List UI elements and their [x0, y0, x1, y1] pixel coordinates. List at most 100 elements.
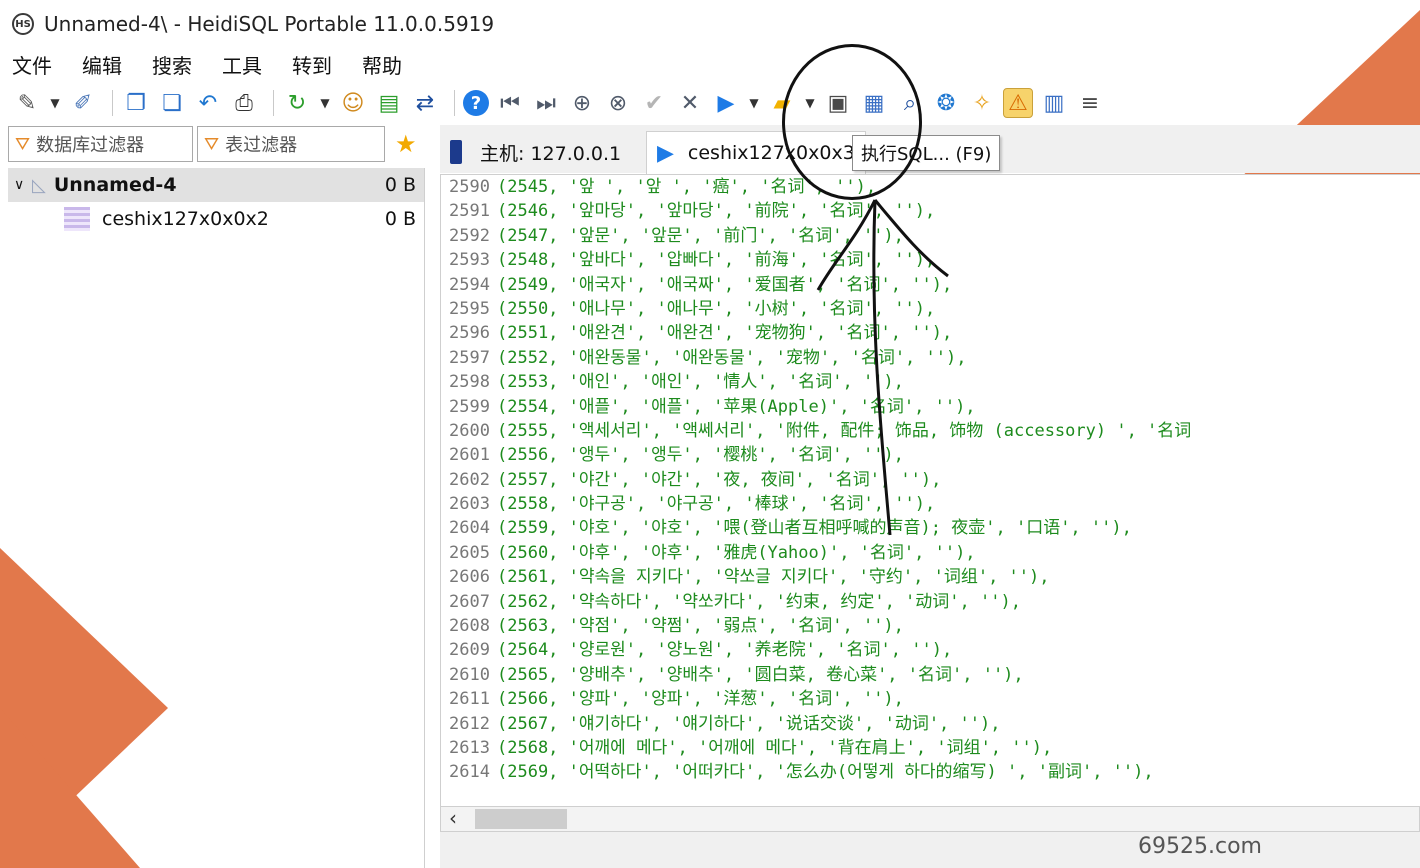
line-number: 2606: [449, 567, 490, 588]
print-icon[interactable]: ⎙: [229, 88, 259, 118]
last-icon[interactable]: ⏭: [531, 88, 561, 118]
menu-edit[interactable]: 编辑: [78, 50, 126, 79]
tree-item-database[interactable]: ceshix127x0x0x2 0 B: [8, 202, 424, 236]
favorites-star-icon[interactable]: ★: [395, 130, 417, 158]
code-text: (2562, '약속하다', '약쏘카다', '约束, 约定', '动词', '…: [497, 591, 1021, 612]
line-number: 2613: [449, 737, 490, 758]
menu-file[interactable]: 文件: [8, 50, 56, 79]
code-text: (2566, '양파', '양파', '洋葱', '名词', ''),: [497, 689, 904, 710]
line-number: 2591: [449, 201, 490, 222]
session-icon: ◺: [32, 174, 46, 196]
heidisql-app-icon: HS: [12, 13, 34, 35]
horizontal-scrollbar[interactable]: ‹: [440, 806, 1420, 832]
code-line: 2595 (2550, '애나무', '애나무', '小树', '名词', '')…: [441, 297, 1420, 321]
code-line: 2608 (2563, '약점', '약쩜', '弱点', '名词', ''),: [441, 614, 1420, 638]
undo-icon[interactable]: ↶: [193, 88, 223, 118]
cancel-icon[interactable]: ✕: [675, 88, 705, 118]
binary-icon[interactable]: ▥: [1039, 88, 1069, 118]
line-number: 2614: [449, 762, 490, 783]
code-line: 2600 (2555, '액세서리', '액쎄서리', '附件, 配件; 饰品, …: [441, 419, 1420, 443]
warning-icon[interactable]: ⚠: [1003, 88, 1033, 118]
code-line: 2591 (2546, '앞마당', '앞마당', '前院', '名词', '')…: [441, 199, 1420, 223]
code-line: 2599 (2554, '애플', '애플', '苹果(Apple)', '名词'…: [441, 395, 1420, 419]
code-line: 2601 (2556, '앵두', '앵두', '樱桃', '名词', ''),: [441, 443, 1420, 467]
copy-icon[interactable]: ❐: [121, 88, 151, 118]
tab-host[interactable]: 主机: 127.0.0.1: [450, 131, 621, 173]
menu-tools[interactable]: 工具: [218, 50, 266, 79]
code-text: (2569, '어떡하다', '어떠카다', '怎么办(어떻게 하다的缩写) '…: [497, 762, 1154, 783]
database-filter[interactable]: ⛛ 数据库过滤器: [8, 126, 193, 162]
line-number: 2603: [449, 494, 490, 515]
help-icon[interactable]: ?: [463, 90, 489, 116]
code-line: 2610 (2565, '양배추', '양배추', '圆白菜, 卷心菜', '名词…: [441, 663, 1420, 687]
apply-icon[interactable]: ✔: [639, 88, 669, 118]
table-filter[interactable]: ⛛ 表过滤器: [197, 126, 385, 162]
save-as-icon[interactable]: ▦: [859, 88, 889, 118]
database-filter-label: 数据库过滤器: [36, 135, 145, 156]
chevron-down-icon[interactable]: ∨: [14, 177, 32, 193]
menu-goto[interactable]: 转到: [288, 50, 336, 79]
scrollbar-thumb[interactable]: [475, 809, 567, 829]
line-number: 2590: [449, 177, 490, 197]
tab-host-label: 主机: 127.0.0.1: [480, 142, 622, 165]
clear-icon[interactable]: ✧: [967, 88, 997, 118]
title-bar: HS Unnamed-4\ - HeidiSQL Portable 11.0.0…: [0, 0, 1420, 48]
line-number: 2592: [449, 225, 490, 246]
line-number: 2594: [449, 274, 490, 295]
line-number: 2612: [449, 713, 490, 734]
disconnect-icon[interactable]: ✐: [68, 88, 98, 118]
code-line: 2613 (2568, '어깨에 메다', '어깨에 메다', '背在肩上', '…: [441, 736, 1420, 760]
line-number: 2609: [449, 640, 490, 661]
code-text: (2561, '약속을 지키다', '약쏘글 지키다', '守约', '词组',…: [497, 567, 1050, 588]
sql-editor[interactable]: 2590 (2545, '앞 ', '앞 ', '癌', '名词', ''), 25…: [440, 174, 1420, 808]
database-icon: [64, 207, 90, 231]
code-text: (2565, '양배추', '양배추', '圆白菜, 卷心菜', '名词', '…: [497, 664, 1024, 685]
folder-icon[interactable]: ▰: [767, 88, 797, 118]
run-sql-icon[interactable]: ▶: [711, 88, 741, 118]
user-manager-icon[interactable]: ☺: [338, 88, 368, 118]
scroll-left-icon[interactable]: ‹: [449, 806, 457, 830]
line-number: 2605: [449, 542, 490, 563]
status-bar: [440, 832, 1420, 868]
export-icon[interactable]: ▤: [374, 88, 404, 118]
line-number: 2610: [449, 664, 490, 685]
wrap-icon[interactable]: ≡: [1075, 88, 1105, 118]
dropdown-arrow-icon[interactable]: ▼: [48, 88, 62, 118]
tree-item-session[interactable]: ∨ ◺ Unnamed-4 0 B: [8, 168, 424, 202]
tree-item-size: 0 B: [384, 174, 416, 196]
code-line: 2609 (2564, '양로원', '양노원', '养老院', '名词', ''…: [441, 638, 1420, 662]
connect-icon[interactable]: ✎: [12, 88, 42, 118]
paste-icon[interactable]: ❏: [157, 88, 187, 118]
filter-icon: ⛛: [15, 133, 31, 155]
toolbar-separator: [454, 90, 455, 116]
menu-search[interactable]: 搜索: [148, 50, 196, 79]
delete-icon[interactable]: ⊗: [603, 88, 633, 118]
code-text: (2568, '어깨에 메다', '어깨에 메다', '背在肩上', '词组',…: [497, 737, 1053, 758]
tab-query[interactable]: ▶ ceshix127x0x0x3: [646, 131, 866, 174]
line-number: 2601: [449, 445, 490, 466]
replace-icon[interactable]: ❂: [931, 88, 961, 118]
tab-query-label: ceshix127x0x0x3: [687, 142, 855, 164]
dropdown-arrow-icon[interactable]: ▼: [803, 88, 817, 118]
dropdown-arrow-icon[interactable]: ▼: [747, 88, 761, 118]
code-line: 2607 (2562, '약속하다', '약쏘카다', '约束, 约定', '动词…: [441, 590, 1420, 614]
menu-bar: 文件 编辑 搜索 工具 转到 帮助: [8, 48, 428, 80]
sync-icon[interactable]: ⇄: [410, 88, 440, 118]
dropdown-arrow-icon[interactable]: ▼: [318, 88, 332, 118]
code-line: 2611 (2566, '양파', '양파', '洋葱', '名词', ''),: [441, 687, 1420, 711]
first-icon[interactable]: ⏮: [495, 88, 525, 118]
add-icon[interactable]: ⊕: [567, 88, 597, 118]
code-text: (2550, '애나무', '애나무', '小树', '名词', ''),: [497, 298, 936, 319]
refresh-icon[interactable]: ↻: [282, 88, 312, 118]
menu-help[interactable]: 帮助: [358, 50, 406, 79]
code-text: (2551, '애완견', '애완견', '宠物狗', '名词', ''),: [497, 323, 953, 344]
line-number: 2599: [449, 396, 490, 417]
save-icon[interactable]: ▣: [823, 88, 853, 118]
line-number: 2607: [449, 591, 490, 612]
query-icon: ▶: [657, 140, 674, 166]
search-icon[interactable]: ⌕: [895, 88, 925, 118]
code-text: (2553, '애인', '애인', '情人', '名词', ''),: [497, 372, 904, 393]
code-line: 2594 (2549, '애국자', '애국짜', '爱国者', '名词', ''…: [441, 273, 1420, 297]
tree-item-label: Unnamed-4: [53, 174, 177, 196]
line-number: 2608: [449, 616, 490, 637]
